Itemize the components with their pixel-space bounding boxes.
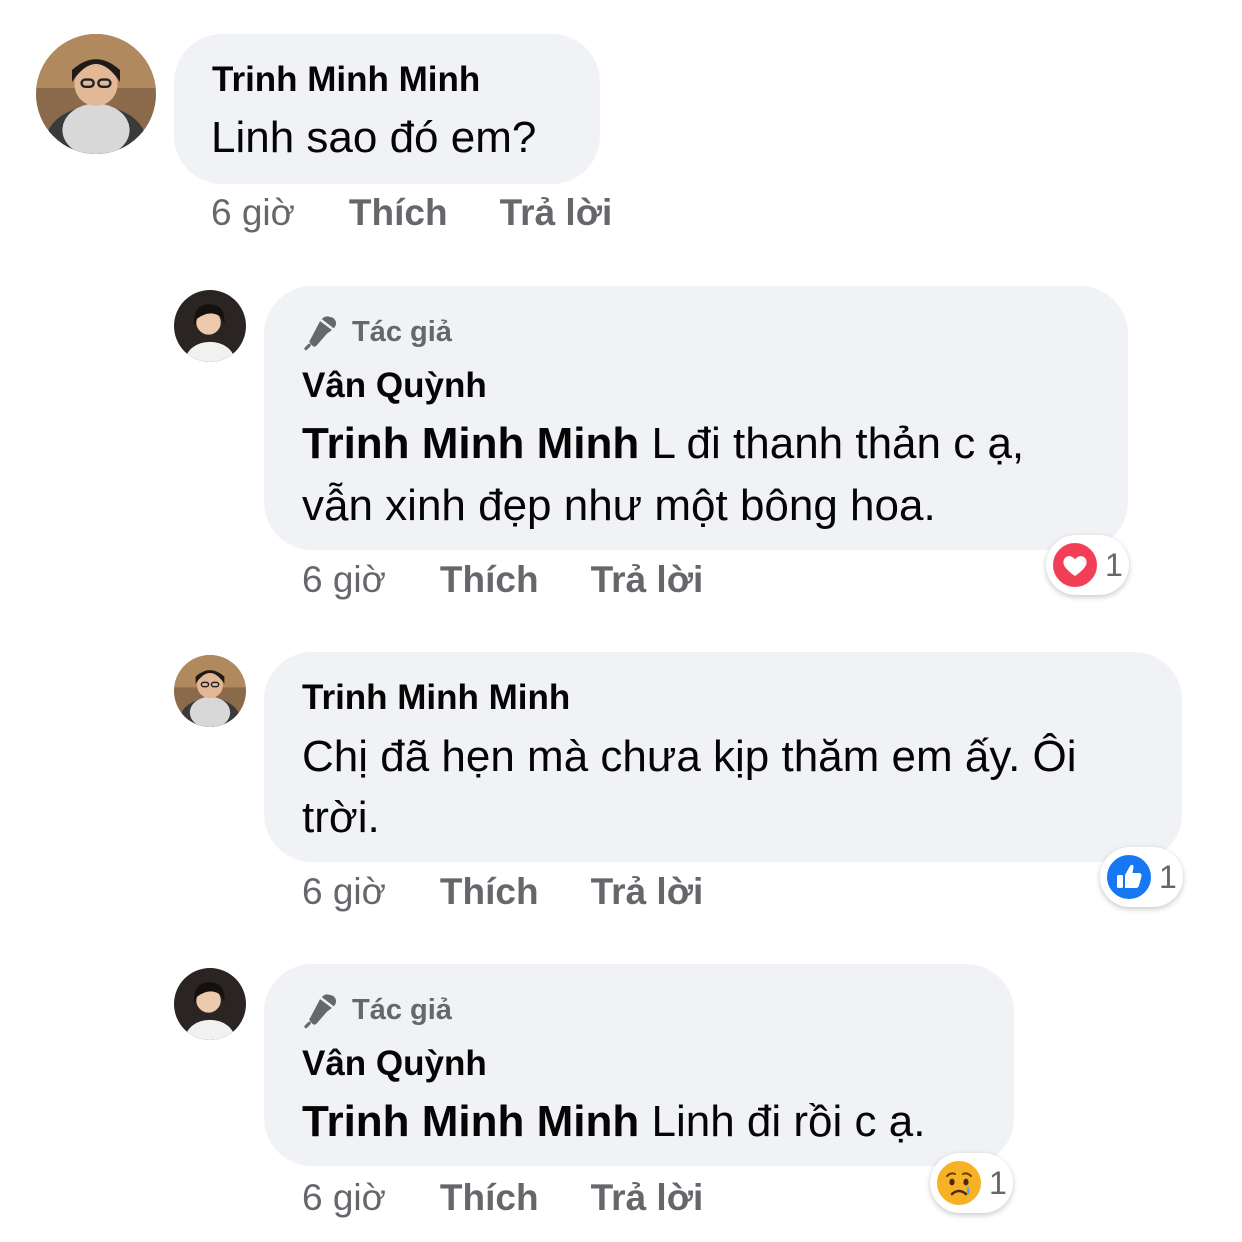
comment-author-name[interactable]: Trinh Minh Minh [212,60,480,100]
comment-actions: 6 giờ Thích Trả lời [211,192,612,234]
comment-author-name[interactable]: Vân Quỳnh [302,1044,487,1084]
comment-actions: 6 giờ Thích Trả lời [302,871,703,913]
avatar-photo-icon [174,655,246,727]
reply-button[interactable]: Trả lời [591,1177,704,1219]
reaction-summary[interactable]: 1 [1100,847,1183,907]
comment-text-line-2: trời. [302,793,380,842]
avatar-van-quynh[interactable] [174,968,246,1040]
comment-author-name[interactable]: Vân Quỳnh [302,366,487,406]
comment-author-name[interactable]: Trinh Minh Minh [302,678,570,718]
comment-text-line-1: Linh đi rồi c ạ. [639,1097,926,1146]
like-reaction-icon [1105,853,1153,901]
reaction-summary[interactable]: 1 [1046,535,1129,595]
like-button[interactable]: Thích [440,559,539,601]
comment-timestamp[interactable]: 6 giờ [302,559,386,601]
reply-button[interactable]: Trả lời [500,192,613,234]
comment-text-line-1: L đi thanh thản c ạ, [639,419,1025,468]
avatar-trinh-minh-minh[interactable] [36,34,156,154]
comment-actions: 6 giờ Thích Trả lời [302,559,703,601]
mention-tag[interactable]: Trinh Minh Minh [302,1097,639,1146]
comment-timestamp[interactable]: 6 giờ [211,192,295,234]
comment-text-line-2: vẫn xinh đẹp như một bông hoa. [302,481,936,530]
author-badge: Tác giả [302,313,452,351]
heart-reaction-icon [1051,541,1099,589]
comment-text: Trinh Minh Minh L đi thanh thản c ạ, [302,413,1024,475]
reaction-count: 1 [989,1164,1007,1201]
comment-timestamp[interactable]: 6 giờ [302,871,386,913]
avatar-van-quynh[interactable] [174,290,246,362]
sad-reaction-icon [935,1159,983,1207]
author-badge: Tác giả [302,991,452,1029]
like-button[interactable]: Thích [349,192,448,234]
reaction-summary[interactable]: 1 [930,1153,1013,1213]
reply-button[interactable]: Trả lời [591,871,704,913]
avatar-photo-icon [174,290,246,362]
author-badge-label: Tác giả [352,315,452,348]
comment-timestamp[interactable]: 6 giờ [302,1177,386,1219]
author-badge-label: Tác giả [352,993,452,1026]
reply-button[interactable]: Trả lời [591,559,704,601]
comment-text: Trinh Minh Minh Linh đi rồi c ạ. [302,1091,925,1153]
reaction-count: 1 [1159,858,1177,895]
comment-actions: 6 giờ Thích Trả lời [302,1177,703,1219]
comment-text-line-1: Chị đã hẹn mà chưa kịp thăm em ấy. Ôi [302,732,1077,781]
like-button[interactable]: Thích [440,1177,539,1219]
avatar-trinh-minh-minh[interactable] [174,655,246,727]
comment-text: Linh sao đó em? [211,113,537,162]
reaction-count: 1 [1105,546,1123,583]
like-button[interactable]: Thích [440,871,539,913]
avatar-photo-icon [36,34,156,154]
microphone-icon [304,316,337,351]
microphone-icon [304,994,337,1029]
mention-tag[interactable]: Trinh Minh Minh [302,419,639,468]
avatar-photo-icon [174,968,246,1040]
